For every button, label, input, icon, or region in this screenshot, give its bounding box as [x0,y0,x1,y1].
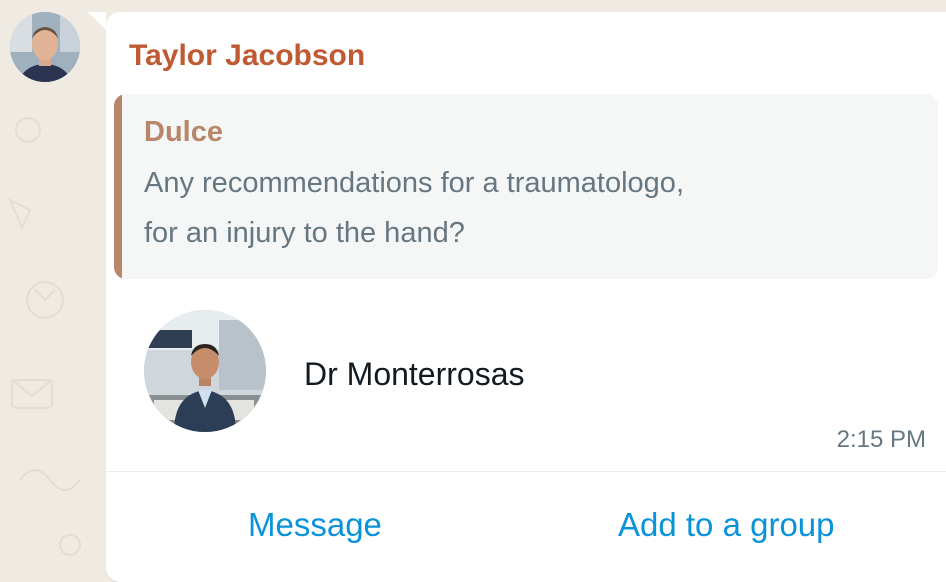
add-to-group-button[interactable]: Add to a group [618,506,835,544]
quoted-text-line: for an injury to the hand? [144,217,465,249]
chat-wallpaper [8,117,81,556]
avatar-photo-icon [10,12,80,82]
quote-accent-bar [114,94,122,279]
contact-photo-icon [144,310,266,432]
message-button[interactable]: Message [248,506,382,544]
quoted-author: Dulce [144,116,223,148]
contact-photo[interactable] [144,310,266,432]
sender-avatar[interactable] [10,12,80,82]
bubble-tail [88,12,106,30]
message-bubble[interactable]: Taylor Jacobson Dulce Any recommendation… [106,12,946,582]
sender-name[interactable]: Taylor Jacobson [129,39,365,73]
quoted-text-line: Any recommendations for a traumatologo, [144,167,684,199]
quoted-message[interactable]: Dulce Any recommendations for a traumato… [114,94,938,279]
chat-view: Taylor Jacobson Dulce Any recommendation… [0,0,946,582]
contact-name[interactable]: Dr Monterrosas [304,356,525,393]
action-divider [106,471,946,472]
message-time: 2:15 PM [836,426,926,453]
